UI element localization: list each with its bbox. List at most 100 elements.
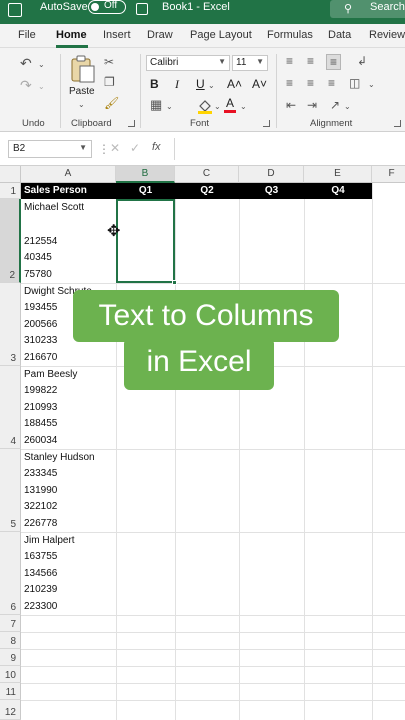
cell-a6-line[interactable]: 223300 [24,601,57,613]
wrap-text-icon[interactable]: ↲ [357,54,367,68]
underline-dropdown-icon[interactable]: ⌄ [208,79,215,93]
decrease-font-button[interactable]: A˅ [252,77,267,91]
clipboard-launcher-icon[interactable] [128,120,135,127]
tab-file[interactable]: File [18,29,36,41]
increase-font-button[interactable]: A˄ [227,77,242,91]
align-right-icon[interactable]: ≡ [328,76,335,90]
borders-dropdown-icon[interactable]: ⌄ [166,100,173,114]
alignment-launcher-icon[interactable] [394,120,401,127]
row-header-5[interactable]: 5 [0,449,21,532]
column-header-c[interactable]: C [175,166,239,183]
cell-a3-line[interactable]: 193455 [24,302,57,314]
cancel-icon[interactable]: ✕ [110,141,120,155]
cell-a4-line[interactable]: 199822 [24,385,57,397]
cell-a3-line[interactable]: 200566 [24,319,57,331]
cell-a5-line[interactable]: 226778 [24,518,57,530]
row-header-7[interactable]: 7 [0,615,21,632]
fill-color-icon[interactable] [197,98,213,114]
search-box[interactable]: ⚲ Search [330,0,405,18]
undo-dropdown-icon[interactable]: ⌄ [38,58,45,72]
select-all-button[interactable] [0,166,21,183]
fill-color-dropdown-icon[interactable]: ⌄ [214,100,221,114]
column-header-a[interactable]: A [21,166,116,183]
paste-icon[interactable] [70,54,96,84]
cell-a2-line[interactable]: 75780 [24,269,52,281]
insert-function-button[interactable]: fx [152,141,161,153]
orientation-dropdown-icon[interactable]: ⌄ [344,100,351,114]
column-header-f[interactable]: F [372,166,405,183]
row-header-1[interactable]: 1 [0,183,21,199]
borders-icon[interactable]: ▦ [150,98,162,112]
cell-b1[interactable]: Q1 [116,183,175,199]
orientation-icon[interactable]: ↗ [330,98,340,112]
cell-a4-line[interactable]: 188455 [24,418,57,430]
cell-a2-line[interactable]: 40345 [24,252,52,264]
paste-label[interactable]: Paste [69,86,95,97]
tab-home[interactable]: Home [56,29,87,41]
merge-dropdown-icon[interactable]: ⌄ [368,78,375,92]
paste-dropdown-icon[interactable]: ⌄ [78,98,85,112]
align-bottom-icon[interactable]: ≡ [326,54,342,70]
row-header-10[interactable]: 10 [0,666,21,683]
font-name-select[interactable]: Calibri ▼ [146,55,230,71]
cell-d1[interactable]: Q3 [239,183,304,199]
active-cell-b2[interactable] [116,199,175,283]
column-header-e[interactable]: E [304,166,372,183]
align-top-icon[interactable]: ≡ [286,54,293,68]
font-launcher-icon[interactable] [263,120,270,127]
row-header-6[interactable]: 6 [0,532,21,615]
tab-review[interactable]: Review [369,29,405,41]
cell-a5-line[interactable]: Stanley Hudson [24,452,95,464]
tab-page-layout[interactable]: Page Layout [190,29,252,41]
cell-e1[interactable]: Q4 [304,183,372,199]
tab-formulas[interactable]: Formulas [267,29,313,41]
increase-indent-icon[interactable]: ⇥ [307,98,317,112]
font-color-icon[interactable]: A [226,96,234,110]
cell-a1[interactable]: Sales Person [24,183,87,199]
cell-a6-line[interactable]: 163755 [24,551,57,563]
column-header-d[interactable]: D [239,166,304,183]
cell-c1[interactable]: Q2 [175,183,239,199]
row-header-9[interactable]: 9 [0,649,21,666]
row-header-4[interactable]: 4 [0,366,21,449]
tab-insert[interactable]: Insert [103,29,131,41]
cell-a4-line[interactable]: 260034 [24,435,57,447]
cell-a4-line[interactable]: Pam Beesly [24,369,77,381]
align-middle-icon[interactable]: ≡ [307,54,314,68]
cell-a6-line[interactable]: 210239 [24,584,57,596]
redo-icon[interactable]: ↷ [20,78,32,92]
formula-input[interactable] [174,138,405,160]
cell-a6-line[interactable]: 134566 [24,568,57,580]
cell-a5-line[interactable]: 131990 [24,485,57,497]
row-header-8[interactable]: 8 [0,632,21,649]
format-painter-icon[interactable]: 🖌 [104,96,119,110]
cell-a5-line[interactable]: 322102 [24,501,57,513]
name-box[interactable]: B2 ▼ [8,140,92,158]
copy-icon[interactable]: ❐ [104,75,115,89]
row-header-2[interactable]: 2 [0,199,21,283]
tab-data[interactable]: Data [328,29,351,41]
enter-icon[interactable]: ✓ [130,141,140,155]
cell-a4-line[interactable]: 210993 [24,402,57,414]
cell-a2-line[interactable]: 212554 [24,236,57,248]
row-header-12[interactable]: 12 [0,700,21,720]
cell-a5-line[interactable]: 233345 [24,468,57,480]
redo-dropdown-icon[interactable]: ⌄ [38,80,45,94]
save-icon[interactable] [136,3,148,15]
row-header-3[interactable]: 3 [0,283,21,366]
decrease-indent-icon[interactable]: ⇤ [286,98,296,112]
align-left-icon[interactable]: ≡ [286,76,293,90]
cell-a3-line[interactable]: 216670 [24,352,57,364]
align-center-icon[interactable]: ≡ [307,76,314,90]
undo-icon[interactable]: ↶ [20,56,32,70]
merge-center-icon[interactable]: ◫ [349,76,360,90]
app-menu-icon[interactable] [8,3,22,17]
fill-handle[interactable] [172,280,177,285]
font-size-select[interactable]: 11 ▼ [232,55,268,71]
cell-a3-line[interactable]: 310233 [24,335,57,347]
underline-button[interactable]: U [196,77,205,91]
bold-button[interactable]: B [150,77,159,91]
worksheet-grid[interactable]: A B C D E F 1 2 3 4 5 6 7 8 9 10 11 12 S… [0,166,405,720]
cell-a6-line[interactable]: Jim Halpert [24,535,75,547]
autosave-toggle[interactable]: Off [88,0,126,14]
